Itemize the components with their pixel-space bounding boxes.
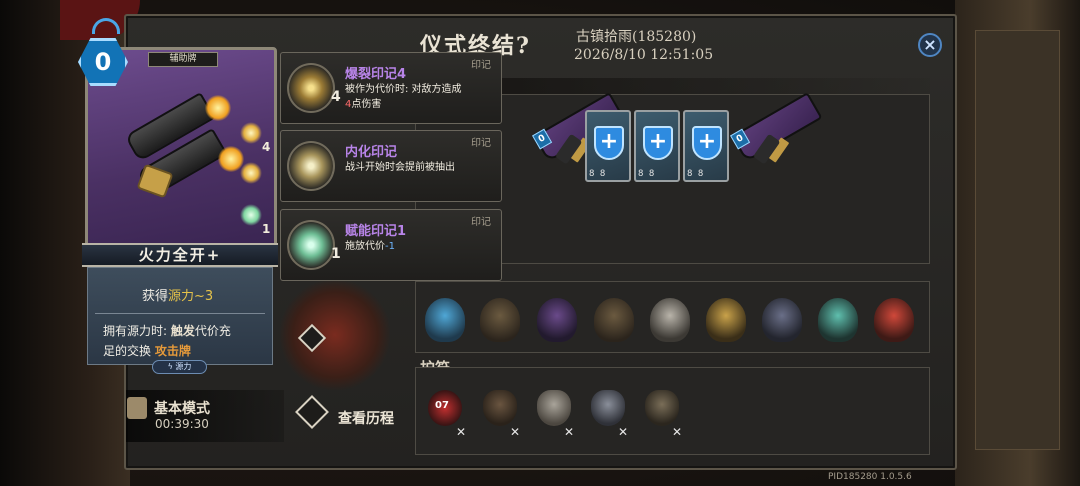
card-emblem-count: 1 bbox=[262, 222, 271, 236]
amulet-gauntlet-icon[interactable] bbox=[645, 390, 679, 426]
card-stats: 8 8 bbox=[589, 169, 606, 179]
source-tag: ϟ 源力 bbox=[152, 360, 207, 374]
shield-icon: + bbox=[643, 126, 673, 160]
emblem-desc: 被作为代价时: 对敌方造成 4点伤害 bbox=[345, 82, 462, 112]
desc-divider bbox=[95, 313, 265, 314]
card-stats: 8 8 bbox=[687, 169, 704, 179]
amulet-remove-icon: ✕ bbox=[618, 425, 629, 439]
timestamp: 2026/8/10 12:51:05 bbox=[574, 47, 714, 63]
parchment-decoration bbox=[975, 30, 1060, 450]
amulet-shield-icon[interactable] bbox=[591, 390, 625, 426]
hero-helm-icon[interactable] bbox=[706, 298, 746, 342]
emblem-desc: 战斗开始时会提前被抽出 bbox=[345, 160, 455, 175]
amulet-armor-icon[interactable] bbox=[537, 390, 571, 426]
burst-icon bbox=[287, 63, 335, 113]
close-icon: × bbox=[923, 35, 937, 54]
emblem-desc-text: 施放代价 bbox=[345, 241, 385, 252]
emblem-desc-line: 施放代价-1 bbox=[345, 239, 395, 254]
card-desc-gain: 获得源力~3 bbox=[142, 285, 213, 304]
emblem-tag: 印记 bbox=[471, 60, 491, 71]
deck-card-shield[interactable]: + 8 8 bbox=[683, 110, 729, 182]
hero-knight-icon[interactable] bbox=[762, 298, 802, 342]
desc-text: 代价充 bbox=[194, 324, 231, 338]
amulet-badge-number: 07 bbox=[435, 400, 449, 411]
mode-time: 00:39:30 bbox=[155, 417, 209, 431]
card-desc-trigger-cont: 足的交换 攻击牌 bbox=[103, 342, 191, 359]
deck-card-shield[interactable]: + 8 8 bbox=[585, 110, 631, 182]
desc-highlight: 源力~3 bbox=[168, 289, 214, 304]
amulet-badge-icon[interactable]: 07 bbox=[428, 390, 462, 426]
empower-emblem-icon bbox=[240, 204, 262, 226]
card-desc-trigger: 拥有源力时: 触发代价充 bbox=[103, 322, 231, 339]
emblem-desc-text: 点伤害 bbox=[351, 99, 382, 110]
hero-scroll-icon[interactable] bbox=[650, 298, 690, 342]
desc-keyword: 触发 bbox=[170, 324, 195, 338]
source-tag-label: 源力 bbox=[175, 362, 192, 371]
burst-emblem-icon bbox=[240, 122, 262, 144]
emblem-count: 1 bbox=[331, 246, 341, 262]
emblem-desc: 施放代价-1 bbox=[345, 239, 395, 254]
right-scenery bbox=[955, 0, 1080, 486]
empower-icon bbox=[287, 220, 335, 270]
mode-flag-icon bbox=[127, 397, 147, 419]
hero-bone-crown-icon[interactable] bbox=[480, 298, 520, 342]
internalize-emblem-icon bbox=[240, 162, 262, 184]
amulet-remove-icon: ✕ bbox=[456, 425, 467, 439]
emblem-tooltip-burst: 4 印记 爆裂印记4 被作为代价时: 对敌方造成 4点伤害 bbox=[280, 52, 502, 124]
desc-text: 足的交换 bbox=[103, 344, 155, 358]
card-stats: 8 8 bbox=[638, 169, 655, 179]
emblem-tag: 印记 bbox=[471, 138, 491, 149]
emblem-tooltip-internalize: 印记 内化印记 战斗开始时会提前被抽出 bbox=[280, 130, 502, 202]
desc-text: 获得 bbox=[142, 289, 169, 304]
close-button[interactable]: × bbox=[918, 33, 942, 57]
emblem-tag: 印记 bbox=[471, 217, 491, 228]
shield-icon: + bbox=[594, 126, 624, 160]
hero-ice-icon[interactable] bbox=[425, 298, 465, 342]
emblem-title: 赋能印记1 bbox=[345, 224, 407, 239]
internalize-icon bbox=[287, 141, 335, 191]
hero-hooded-icon[interactable] bbox=[594, 298, 634, 342]
emblem-count: 4 bbox=[331, 89, 341, 105]
desc-keyword: 攻击牌 bbox=[154, 344, 191, 358]
pid-version-label: PID185280 1.0.5.6 bbox=[828, 472, 912, 482]
emblem-desc-value: -1 bbox=[385, 241, 395, 252]
scroll-decoration bbox=[280, 280, 390, 390]
mode-label: 基本模式 bbox=[154, 401, 210, 417]
emblem-desc-line: 被作为代价时: 对敌方造成 bbox=[345, 84, 462, 95]
emblem-title: 爆裂印记4 bbox=[345, 67, 407, 82]
view-history-button[interactable]: 查看历程 bbox=[338, 408, 394, 428]
amulet-remove-icon: ✕ bbox=[510, 425, 521, 439]
amulet-remove-icon: ✕ bbox=[672, 425, 683, 439]
amulet-remove-icon: ✕ bbox=[564, 425, 575, 439]
hero-beast-icon[interactable] bbox=[537, 298, 577, 342]
muzzle-flash-icon bbox=[205, 95, 231, 121]
emblem-desc-line: 战斗开始时会提前被抽出 bbox=[345, 162, 455, 173]
hero-red-sail-icon[interactable] bbox=[874, 298, 914, 342]
player-name: 古镇拾雨(185280) bbox=[576, 29, 697, 45]
emblem-title: 内化印记 bbox=[345, 145, 398, 160]
emblem-tooltip-empower: 1 印记 赋能印记1 施放代价-1 bbox=[280, 209, 502, 281]
hero-cloak-icon[interactable] bbox=[818, 298, 858, 342]
deck-card-shield[interactable]: + 8 8 bbox=[634, 110, 680, 182]
amulet-banner-icon[interactable] bbox=[483, 390, 517, 426]
emblem-desc-line: 4点伤害 bbox=[345, 97, 462, 112]
card-name: 火力全开+ bbox=[82, 243, 278, 267]
desc-text: 拥有源力时: bbox=[103, 324, 171, 338]
shield-icon: + bbox=[692, 126, 722, 160]
card-emblem-count: 4 bbox=[262, 140, 271, 154]
card-type-label: 辅助牌 bbox=[148, 52, 218, 67]
